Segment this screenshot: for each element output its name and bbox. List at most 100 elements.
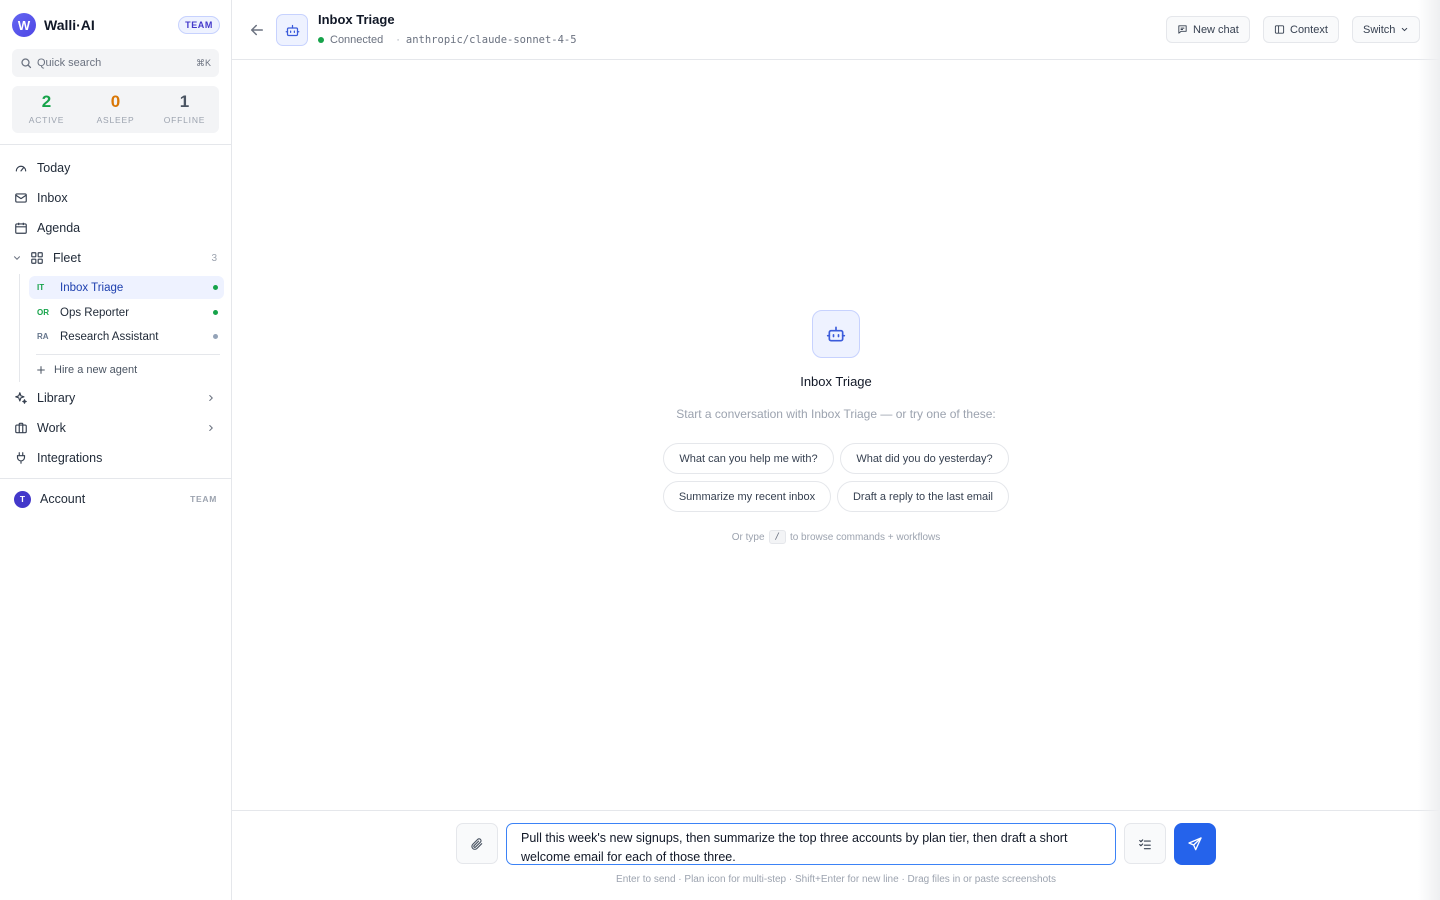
composer-divider	[232, 810, 1440, 811]
agent-abbr: IT	[37, 283, 45, 292]
switch-agent-button[interactable]: Switch	[1352, 16, 1421, 43]
chat-header: Inbox Triage Connected · anthropic/claud…	[232, 0, 1440, 60]
chat-bubble-icon	[1178, 25, 1187, 34]
agent-abbr: OR	[37, 308, 49, 317]
context-button[interactable]: Context	[1263, 16, 1339, 43]
chat-title: Inbox Triage	[318, 12, 395, 27]
fleet-divider	[36, 354, 220, 355]
calendar-icon	[15, 222, 27, 234]
quick-search[interactable]: Quick search ⌘K	[12, 49, 219, 77]
nav-agenda[interactable]: Agenda	[8, 215, 224, 241]
fleet-count: 3	[211, 252, 217, 264]
send-button[interactable]	[1174, 823, 1216, 865]
paperclip-icon	[471, 837, 483, 850]
suggestion-chip[interactable]: What did you do yesterday?	[840, 443, 1009, 474]
nav-today-label: Today	[37, 161, 71, 175]
search-icon	[21, 58, 32, 69]
search-shortcut: ⌘K	[195, 57, 211, 68]
grid-icon	[31, 252, 43, 264]
bot-icon	[826, 326, 846, 342]
nav-today[interactable]: Today	[8, 155, 224, 181]
sidebar-divider	[0, 478, 231, 479]
agent-name: Ops Reporter	[60, 306, 130, 319]
slash-key: /	[768, 530, 786, 544]
chevron-right-icon	[209, 394, 213, 402]
message-input[interactable]: Pull this week's new signups, then summa…	[506, 823, 1116, 865]
plan-button[interactable]	[1124, 823, 1166, 864]
back-arrow-icon[interactable]	[248, 21, 266, 39]
stat-active-label: ACTIVE	[28, 115, 65, 125]
agent-inbox-triage[interactable]: IT Inbox Triage	[29, 276, 224, 299]
nav-agenda-label: Agenda	[37, 221, 81, 235]
agent-name: Research Assistant	[60, 330, 159, 343]
new-chat-label: New chat	[1193, 23, 1239, 36]
window-edge	[1418, 0, 1440, 900]
stat-asleep: 0 ASLEEP	[81, 86, 150, 133]
brand: W Walli·AI TEAM	[12, 13, 220, 37]
suggestion-chip[interactable]: Summarize my recent inbox	[663, 481, 831, 512]
connection-status: Connected · anthropic/claude-sonnet-4-5	[318, 34, 577, 46]
stat-asleep-value: 0	[110, 92, 121, 111]
agent-name: Inbox Triage	[60, 281, 124, 294]
account-menu[interactable]: T Account TEAM	[8, 487, 224, 511]
chevron-right-icon	[209, 424, 213, 432]
send-icon	[1188, 837, 1202, 851]
stat-asleep-label: ASLEEP	[96, 115, 135, 125]
nav-fleet-label: Fleet	[53, 251, 81, 265]
stat-offline-value: 1	[179, 92, 190, 111]
nav-library[interactable]: Library	[8, 385, 224, 411]
mail-icon	[15, 193, 27, 203]
checklist-icon	[1139, 838, 1151, 849]
bot-icon	[285, 24, 299, 36]
stat-active: 2 ACTIVE	[12, 86, 81, 133]
stat-active-value: 2	[41, 92, 52, 111]
agent-abbr: RA	[37, 332, 49, 341]
brand-logo[interactable]: W	[12, 13, 36, 37]
hint-prefix: Or type	[731, 531, 765, 543]
nav-fleet[interactable]: Fleet 3	[8, 245, 224, 271]
status-dot	[318, 37, 324, 43]
panel-icon	[1274, 25, 1285, 34]
nav-inbox-label: Inbox	[37, 191, 68, 205]
stat-offline: 1 OFFLINE	[150, 86, 219, 133]
nav-inbox[interactable]: Inbox	[8, 185, 224, 211]
account-label: Account	[40, 492, 86, 506]
avatar: T	[14, 490, 31, 508]
hire-agent-button[interactable]: Hire a new agent	[36, 362, 137, 378]
nav-integrations[interactable]: Integrations	[8, 445, 224, 471]
chevron-down-icon	[1402, 27, 1408, 32]
briefcase-icon	[15, 422, 27, 434]
chevron-down-icon[interactable]	[12, 253, 22, 263]
nav-library-label: Library	[37, 391, 76, 405]
new-chat-button[interactable]: New chat	[1166, 16, 1250, 43]
nav-work[interactable]: Work	[8, 415, 224, 441]
switch-label: Switch	[1363, 23, 1396, 36]
empty-state-subtitle: Start a conversation with Inbox Triage —…	[676, 407, 996, 421]
status-dot	[213, 310, 218, 315]
hire-agent-label: Hire a new agent	[54, 364, 138, 376]
search-placeholder: Quick search	[37, 57, 102, 69]
status-dot	[213, 285, 218, 290]
model-name: anthropic/claude-sonnet-4-5	[405, 34, 577, 46]
nav-work-label: Work	[37, 421, 66, 435]
suggestion-chip[interactable]: What can you help me with?	[663, 443, 834, 474]
sidebar: W Walli·AI TEAM Quick search ⌘K 2 ACTIVE…	[0, 0, 232, 900]
sidebar-divider	[0, 144, 231, 145]
gauge-icon	[15, 165, 27, 172]
agent-ops-reporter[interactable]: OR Ops Reporter	[29, 301, 224, 324]
agent-research-assistant[interactable]: RA Research Assistant	[29, 325, 224, 348]
empty-state-title: Inbox Triage	[800, 374, 872, 389]
brand-name: Walli·AI	[44, 17, 95, 33]
sparkles-icon	[15, 392, 27, 404]
command-hint: Or type / to browse commands + workflows	[632, 530, 1040, 544]
account-plan-badge: TEAM	[190, 494, 217, 504]
plug-icon	[16, 452, 26, 464]
suggestion-chip[interactable]: Draft a reply to the last email	[837, 481, 1009, 512]
stat-offline-label: OFFLINE	[163, 115, 206, 125]
context-label: Context	[1290, 23, 1328, 36]
attach-button[interactable]	[456, 823, 498, 864]
status-dot	[213, 334, 218, 339]
nav-integrations-label: Integrations	[37, 451, 103, 465]
empty-state-avatar	[812, 310, 860, 358]
fleet-stats: 2 ACTIVE 0 ASLEEP 1 OFFLINE	[12, 86, 219, 133]
